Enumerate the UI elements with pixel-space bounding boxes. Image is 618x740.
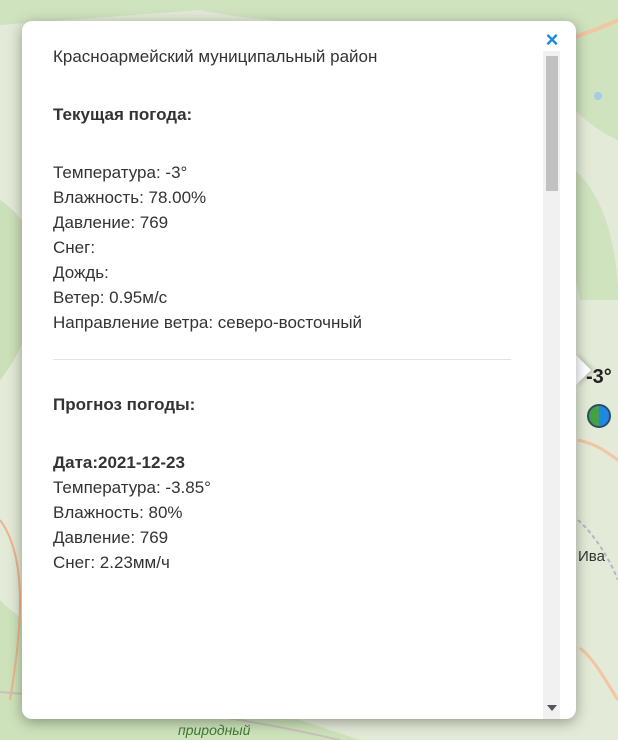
forecast-snow: Снег: 2.23мм/ч xyxy=(53,553,170,572)
district-title: Красноармейский муниципальный район xyxy=(53,47,378,66)
current-pressure: Давление: 769 xyxy=(53,213,169,232)
forecast-heading: Прогноз погоды: xyxy=(53,395,196,414)
current-wind-direction: Направление ветра: северо-восточный xyxy=(53,313,363,332)
forecast-pressure: Давление: 769 xyxy=(53,528,169,547)
map-place-label: Ива xyxy=(578,548,605,565)
forecast-temperature: Температура: -3.85° xyxy=(53,478,211,497)
current-temperature: Температура: -3° xyxy=(53,163,188,182)
current-humidity: Влажность: 78.00% xyxy=(53,188,207,207)
popup-scrollbar[interactable] xyxy=(543,51,560,719)
current-rain: Дождь: xyxy=(53,263,109,282)
weather-marker-icon[interactable] xyxy=(587,404,611,428)
forecast-humidity: Влажность: 80% xyxy=(53,503,183,522)
water-body xyxy=(594,92,602,100)
close-icon[interactable]: × xyxy=(541,29,563,51)
scroll-down-arrow-icon[interactable] xyxy=(547,705,557,711)
map-nature-label: природный xyxy=(178,722,251,738)
scrollbar-thumb[interactable] xyxy=(546,56,558,191)
forecast-date: Дата:2021-12-23 xyxy=(53,453,185,472)
current-weather-heading: Текущая погода: xyxy=(53,105,193,124)
current-snow: Снег: xyxy=(53,238,96,257)
popup-content: Красноармейский муниципальный район Теку… xyxy=(53,44,515,575)
weather-popup: Красноармейский муниципальный район Теку… xyxy=(22,21,576,719)
popup-tip xyxy=(575,354,591,386)
section-divider xyxy=(53,359,511,360)
current-wind: Ветер: 0.95м/с xyxy=(53,288,168,307)
